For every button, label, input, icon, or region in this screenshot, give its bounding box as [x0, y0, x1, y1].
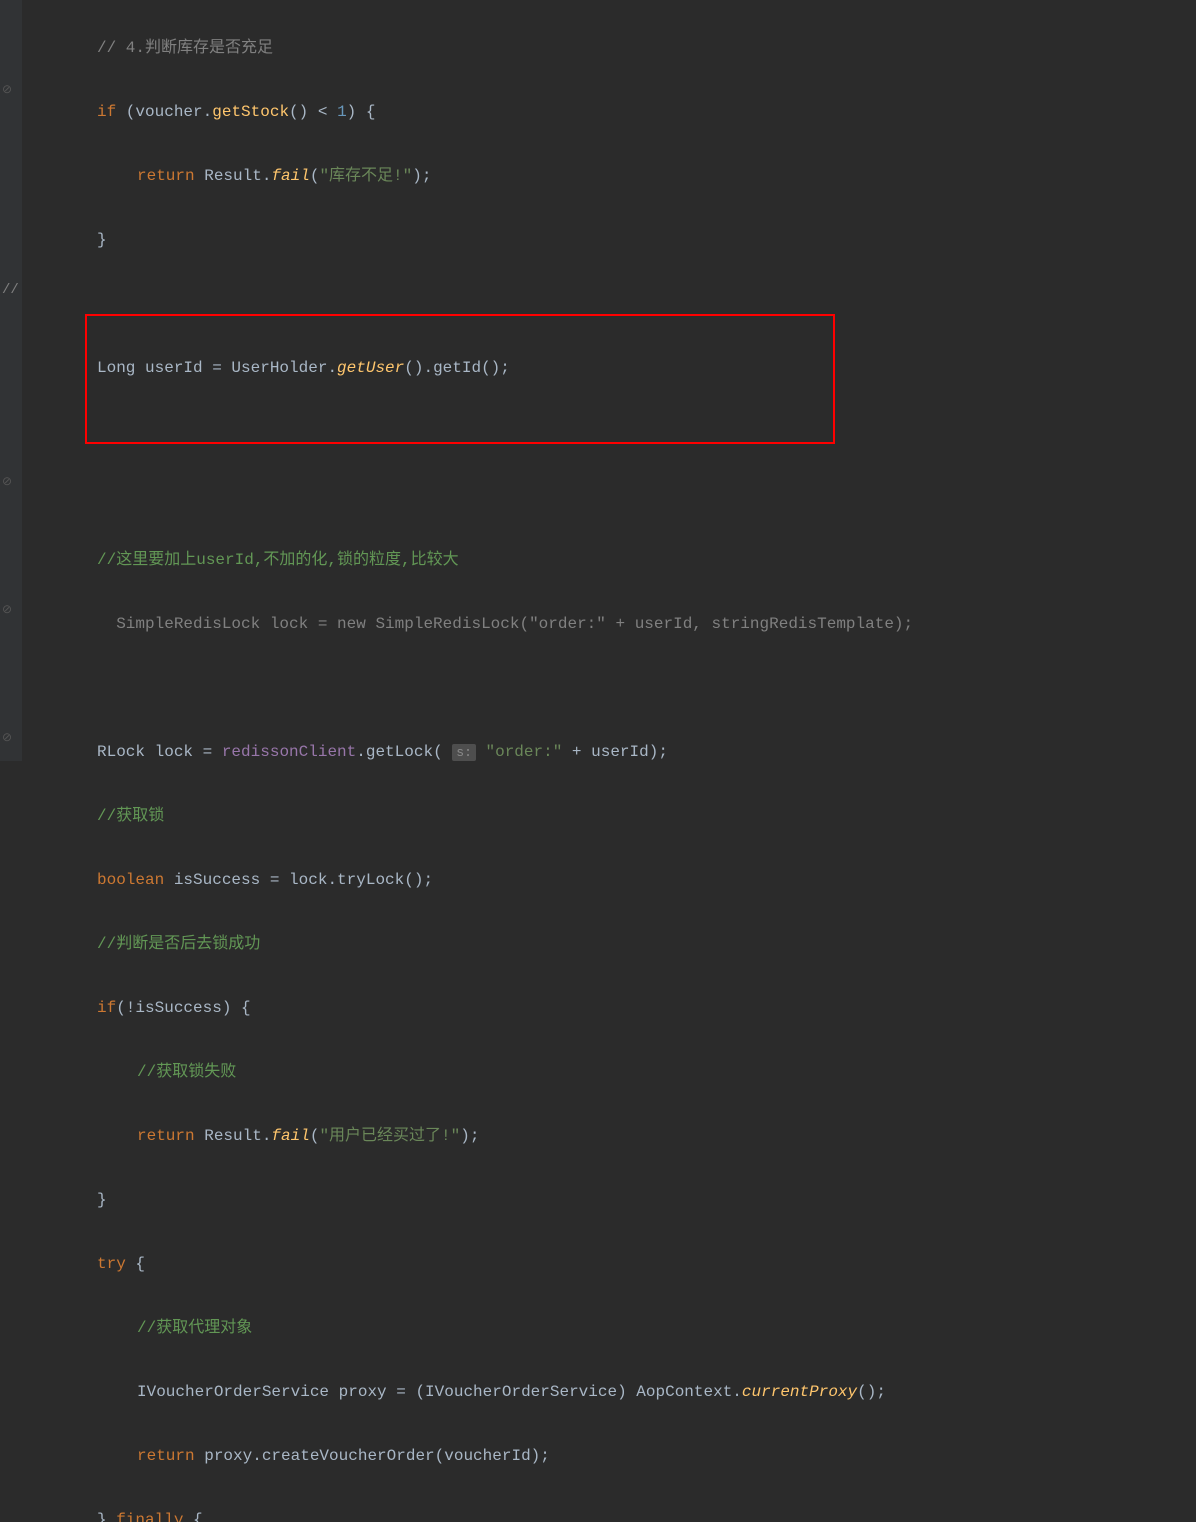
string-literal: "库存不足!"	[319, 167, 412, 185]
code-text: + userId);	[562, 743, 668, 761]
identifier: Result	[204, 167, 262, 185]
brace: {	[183, 1511, 202, 1522]
gutter-comment-marker: //	[0, 276, 22, 304]
field-ref: redissonClient	[222, 743, 356, 761]
gutter-marker-icon: ⊘	[2, 726, 12, 750]
code-comment: //获取锁失败	[137, 1063, 236, 1081]
code-comment: //这里要加上userId,不加的化,锁的粒度,比较大	[97, 551, 459, 569]
brace: {	[126, 1255, 145, 1273]
code-text: ()	[289, 103, 308, 121]
keyword: if	[97, 103, 116, 121]
code-comment: // 4.判断库存是否充足	[97, 39, 273, 57]
code-text: Result.	[195, 1127, 272, 1145]
code-comment: //获取代理对象	[137, 1319, 252, 1337]
code-text: );	[412, 167, 431, 185]
code-comment: //获取锁	[97, 807, 164, 825]
code-text: isSuccess = lock.tryLock();	[164, 871, 433, 889]
code-text: ) {	[347, 103, 376, 121]
code-text: ();	[857, 1383, 886, 1401]
number-literal: 1	[337, 103, 347, 121]
gutter-marker-icon: ⊘	[2, 78, 12, 102]
code-text: (	[310, 1127, 320, 1145]
code-text: (	[310, 167, 320, 185]
code-text	[195, 167, 205, 185]
code-text: .getLock(	[356, 743, 442, 761]
keyword: return	[137, 1447, 195, 1465]
method-call: fail	[271, 1127, 309, 1145]
string-literal: "order:"	[486, 743, 563, 761]
code-text: .	[203, 103, 213, 121]
method-call: getUser	[337, 359, 404, 377]
keyword: return	[137, 1127, 195, 1145]
code-text: (!isSuccess) {	[116, 999, 250, 1017]
code-text: ().getId();	[404, 359, 510, 377]
method-call: fail	[271, 167, 309, 185]
parameter-hint: s:	[452, 744, 476, 761]
gutter-marker-icon: ⊘	[2, 470, 12, 494]
code-text: .	[262, 167, 272, 185]
code-text: (	[116, 103, 135, 121]
code-text: );	[460, 1127, 479, 1145]
keyword: finally	[116, 1511, 183, 1522]
code-comment: //判断是否后去锁成功	[97, 935, 260, 953]
method-call: getStock	[212, 103, 289, 121]
commented-code	[97, 615, 116, 633]
code-text: IVoucherOrderService proxy = (IVoucherOr…	[137, 1383, 742, 1401]
gutter-marker-icon: ⊘	[2, 598, 12, 622]
editor-gutter: ⊘ // ⊘ ⊘ ⊘	[0, 0, 22, 761]
code-editor[interactable]: // 4.判断库存是否充足 if (voucher.getStock() < 1…	[22, 0, 1196, 1522]
commented-code: SimpleRedisLock lock = new SimpleRedisLo…	[116, 615, 913, 633]
code-text: Long userId = UserHolder.	[97, 359, 337, 377]
brace: }	[97, 231, 107, 249]
code-text: proxy.createVoucherOrder(voucherId);	[195, 1447, 550, 1465]
brace: }	[97, 1191, 107, 1209]
keyword: if	[97, 999, 116, 1017]
keyword: boolean	[97, 871, 164, 889]
brace: }	[97, 1511, 116, 1522]
string-literal: "用户已经买过了!"	[319, 1127, 460, 1145]
operator: <	[308, 103, 337, 121]
identifier: voucher	[135, 103, 202, 121]
keyword: return	[137, 167, 195, 185]
method-call: currentProxy	[742, 1383, 857, 1401]
code-text: RLock lock =	[97, 743, 222, 761]
keyword: try	[97, 1255, 126, 1273]
